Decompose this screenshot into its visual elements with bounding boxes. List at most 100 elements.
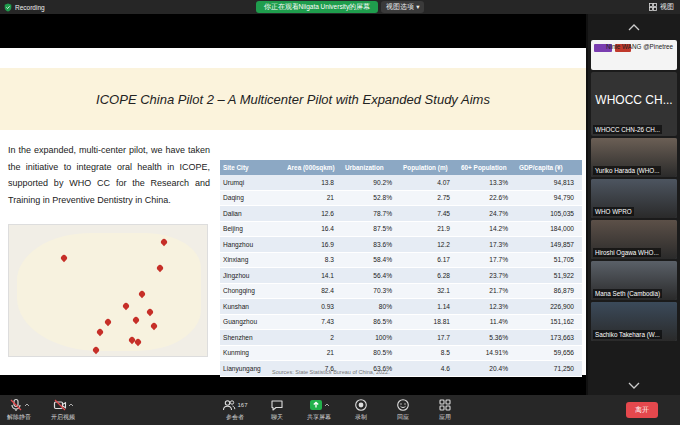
participants-icon [222, 398, 236, 412]
participant-tile[interactable]: Ninie WANG @Pinetree [591, 40, 677, 70]
toolbar-button[interactable]: 开启视频 [50, 398, 76, 422]
table-cell: 8.3 [284, 252, 342, 268]
toolbar-button[interactable]: 应用 [432, 398, 458, 422]
apps-icon [438, 398, 452, 412]
toolbar-button[interactable]: 共享屏幕 [306, 398, 332, 422]
column-header: Area (000sqkm) [284, 160, 342, 175]
table-cell: 20.4% [458, 361, 516, 377]
table-cell: 21.7% [458, 283, 516, 299]
participant-tile[interactable]: Hiroshi Ogawa WHO... [591, 220, 677, 259]
participant-tile[interactable]: WHOCC CH... WHOCC CHN-26 CH... [591, 72, 677, 136]
table-cell: 24.7% [458, 206, 516, 222]
table-cell: 21.9 [400, 221, 458, 237]
toolbar-button-top [396, 398, 410, 412]
source-note: Sources: State Statistics Bureau of Chin… [0, 369, 586, 375]
top-bar: Recording你正在观看Niigata University的屏幕视图选项▾… [0, 0, 680, 14]
participant-tile[interactable]: Yuriko Harada (WHO... [591, 138, 677, 177]
table-cell: Beijing [220, 221, 284, 237]
toolbar-button[interactable]: 解除静音 [6, 398, 32, 422]
toolbar-label: 参会者 [226, 413, 244, 422]
table-cell: 87.5% [342, 221, 400, 237]
table-cell: 22.6% [458, 190, 516, 206]
table-cell: 23.7% [458, 268, 516, 284]
toolbar-label: 解除静音 [7, 413, 31, 422]
table-cell: Hangzhou [220, 237, 284, 253]
participant-tile[interactable]: Mana Seth (Cambodia) [591, 261, 677, 300]
participant-name: WHO WPRO [593, 207, 634, 216]
table-cell: 0.93 [284, 299, 342, 315]
participant-tile[interactable]: Sachiko Takehara (W... [591, 302, 677, 341]
toolbar-button[interactable]: 录制 [348, 398, 374, 422]
toolbar-label: 开启视频 [51, 413, 75, 422]
toolbar-button-top: 167 [222, 398, 247, 412]
viewing-banner: 你正在观看Niigata University的屏幕 [256, 1, 379, 13]
table-cell: Urumqi [220, 175, 284, 190]
toolbar-button[interactable]: 聊天 [264, 398, 290, 422]
table-cell: Kunshan [220, 299, 284, 315]
table-cell: 12.3% [458, 299, 516, 315]
participant-name: Mana Seth (Cambodia) [593, 289, 662, 298]
column-header: Population (m) [400, 160, 458, 175]
toolbar-label: 共享屏幕 [307, 413, 331, 422]
view-button[interactable]: 视图 [424, 3, 680, 12]
avatar-text: WHOCC CH... [595, 93, 672, 107]
share-icon [309, 398, 323, 412]
table-cell: Shenzhen [220, 330, 284, 346]
table-cell: 32.1 [400, 283, 458, 299]
slide-paragraph: In the expanded, multi-center pilot, we … [8, 142, 210, 208]
table-cell: 14.91% [458, 345, 516, 361]
toolbar-button[interactable]: 回应 [390, 398, 416, 422]
table-cell: 5.36% [458, 330, 516, 346]
view-options-caret: ▾ [416, 2, 419, 12]
participant-name: WHOCC CHN-26 CH... [593, 125, 662, 134]
toolbar-label: 聊天 [271, 413, 283, 422]
scroll-down-button[interactable] [591, 375, 677, 395]
participant-tiles: Ninie WANG @Pinetree WHOCC CH... WHOCC CHN… [591, 40, 677, 341]
caret-up-icon[interactable] [24, 402, 30, 408]
table-row: Beijing16.487.5%21.914.2%184,000 [220, 221, 582, 237]
city-table: Site CityArea (000sqkm)UrbanizationPopul… [220, 160, 582, 377]
scroll-up-button[interactable] [591, 14, 677, 40]
toolbar-left: 解除静音 开启视频 [0, 398, 222, 422]
table-cell: 17.3% [458, 237, 516, 253]
chat-icon [270, 398, 284, 412]
toolbar-center: 167参会者聊天共享屏幕录制回应应用 [222, 398, 458, 422]
table-cell: 2.75 [400, 190, 458, 206]
table-cell: 13.8 [284, 175, 342, 190]
participant-name: Ninie WANG @Pinetree [604, 42, 675, 51]
caret-up-icon[interactable] [68, 402, 74, 408]
table-cell: 90.2% [342, 175, 400, 190]
chevron-down-icon [628, 382, 640, 389]
table-cell: 94,813 [516, 175, 582, 190]
table-cell: 184,000 [516, 221, 582, 237]
table-cell: 7.45 [400, 206, 458, 222]
column-header: Urbanization [342, 160, 400, 175]
meeting-toolbar: 解除静音开启视频167参会者聊天共享屏幕录制回应应用离开 [0, 395, 680, 425]
table-cell: 12.2 [400, 237, 458, 253]
view-options-button[interactable]: 视图选项▾ [381, 1, 424, 13]
mic-off-icon [9, 398, 23, 412]
toolbar-button-top [270, 398, 284, 412]
participant-name: Sachiko Takehara (W... [593, 330, 662, 339]
shared-screen: ICOPE China Pilot 2 – A Multicenter Pilo… [0, 14, 586, 395]
toolbar-button[interactable]: 167参会者 [222, 398, 248, 422]
grid-icon [649, 3, 657, 11]
leave-button[interactable]: 离开 [626, 402, 658, 418]
participant-name: Hiroshi Ogawa WHO... [593, 248, 661, 257]
table-cell: 105,035 [516, 206, 582, 222]
react-icon [396, 398, 410, 412]
table-row: Kunming2180.5%8.514.91%59,656 [220, 345, 582, 361]
table-cell: 83.6% [342, 237, 400, 253]
slide-title: ICOPE China Pilot 2 – A Multicenter Pilo… [96, 92, 490, 107]
table-cell: 82.4 [284, 283, 342, 299]
table-row: Kunshan0.9380%1.1412.3%226,900 [220, 299, 582, 315]
table-cell: 17.7 [400, 330, 458, 346]
shield-icon [4, 3, 12, 12]
table-cell: 14.1 [284, 268, 342, 284]
table-cell: 13.3% [458, 175, 516, 190]
table-row: Jingzhou14.156.4%6.2823.7%51,922 [220, 268, 582, 284]
participant-tile[interactable]: WHO WPRO [591, 179, 677, 218]
caret-up-icon[interactable] [324, 402, 330, 408]
table-cell: 14.2% [458, 221, 516, 237]
participant-name: Yuriko Harada (WHO... [593, 166, 661, 175]
